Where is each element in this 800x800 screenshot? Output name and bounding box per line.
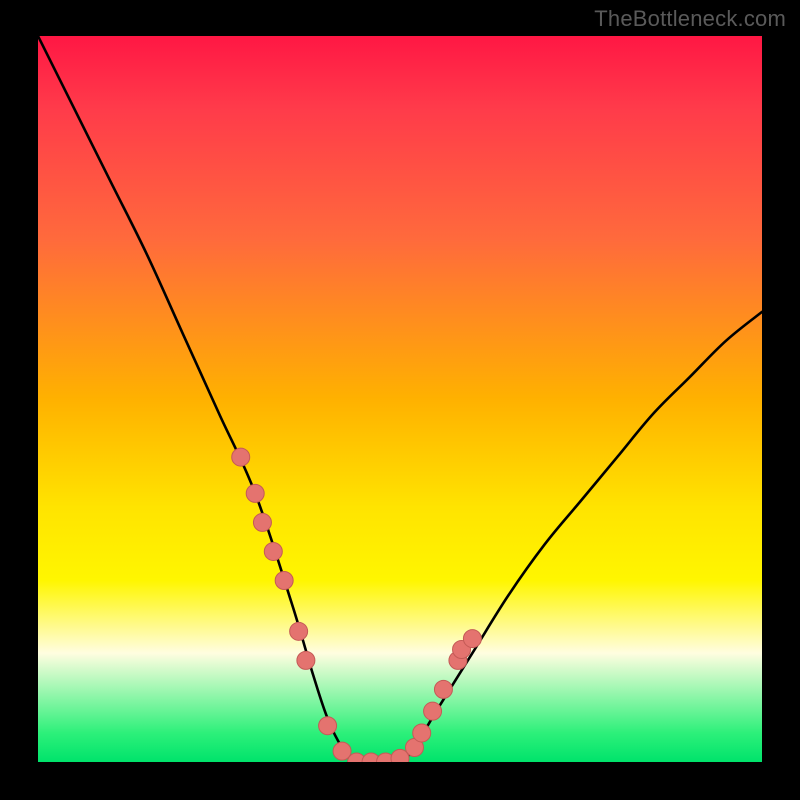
data-marker	[232, 448, 250, 466]
chart-stage: TheBottleneck.com	[0, 0, 800, 800]
data-marker	[434, 680, 452, 698]
data-marker	[264, 542, 282, 560]
bottleneck-curve	[38, 36, 762, 762]
data-marker	[275, 572, 293, 590]
data-marker	[290, 622, 308, 640]
data-marker	[297, 651, 315, 669]
attribution-text: TheBottleneck.com	[594, 6, 786, 32]
data-marker	[253, 513, 271, 531]
data-marker	[424, 702, 442, 720]
marker-group	[232, 448, 482, 762]
chart-overlay	[38, 36, 762, 762]
data-marker	[463, 630, 481, 648]
data-marker	[246, 484, 264, 502]
plot-area	[38, 36, 762, 762]
data-marker	[319, 717, 337, 735]
data-marker	[413, 724, 431, 742]
